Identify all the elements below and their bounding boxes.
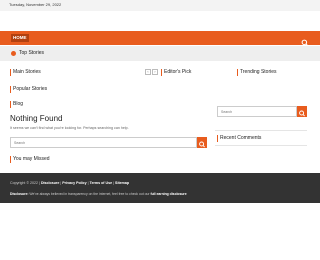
nav-home-link[interactable]: HOME	[11, 34, 29, 42]
pager-next-button[interactable]: ›	[152, 69, 158, 75]
search-icon[interactable]	[301, 34, 309, 47]
sidebar-divider	[215, 145, 307, 146]
footer-terms-link[interactable]: Terms of Use	[90, 181, 113, 185]
site-footer: Copyright © 2022 | Disclosure | Privacy …	[0, 173, 320, 203]
sidebar-search-button[interactable]	[297, 106, 307, 117]
top-stories-dot-icon	[11, 51, 16, 56]
earning-disclosure-link[interactable]: full earning disclosure	[150, 192, 186, 196]
footer-disclosure: Disclosure: We've always believed in tra…	[10, 192, 187, 196]
sidebar-divider	[215, 130, 307, 131]
search-icon	[299, 110, 305, 117]
search-icon	[199, 141, 205, 148]
main-search-field	[10, 137, 197, 148]
sidebar-search-field	[217, 106, 297, 117]
disclosure-text: We've always believed in transparency on…	[29, 192, 150, 196]
trending-stories-heading: Trending Stories	[237, 69, 277, 76]
popular-stories-heading: Popular Stories	[10, 86, 47, 93]
not-found-title: Nothing Found	[10, 114, 63, 123]
footer-sitemap-link[interactable]: Sitemap	[115, 181, 129, 185]
top-stories-label: Top Stories	[19, 50, 45, 56]
main-nav: HOME	[0, 31, 320, 47]
main-search-button[interactable]	[197, 137, 207, 148]
top-stories-badge[interactable]: Top Stories	[11, 49, 47, 58]
recent-comments-heading: Recent Comments	[217, 135, 261, 142]
footer-disclosure-link[interactable]: Disclosure	[41, 181, 59, 185]
sidebar-search-input[interactable]	[218, 107, 296, 116]
top-bar: Tuesday, November 29, 2022	[0, 0, 320, 11]
pager-prev-button[interactable]: ‹	[145, 69, 151, 75]
main-stories-heading: Main Stories	[10, 69, 41, 76]
top-stories-bar: Top Stories	[0, 46, 320, 61]
disclosure-label: Disclosure:	[10, 192, 29, 196]
blog-heading: Blog	[10, 101, 23, 108]
editors-pick-pager: ‹ ›	[145, 69, 158, 75]
not-found-message: It seems we can't find what you're looki…	[10, 126, 129, 130]
footer-links: Copyright © 2022 | Disclosure | Privacy …	[10, 181, 130, 185]
you-may-missed-heading: You may Missed	[10, 156, 50, 163]
copyright-text: Copyright © 2022 |	[10, 181, 40, 185]
footer-privacy-link[interactable]: Privacy Policy	[62, 181, 86, 185]
editors-pick-heading: Editor's Pick	[161, 69, 191, 76]
main-search-input[interactable]	[11, 138, 196, 147]
current-date: Tuesday, November 29, 2022	[9, 2, 62, 7]
